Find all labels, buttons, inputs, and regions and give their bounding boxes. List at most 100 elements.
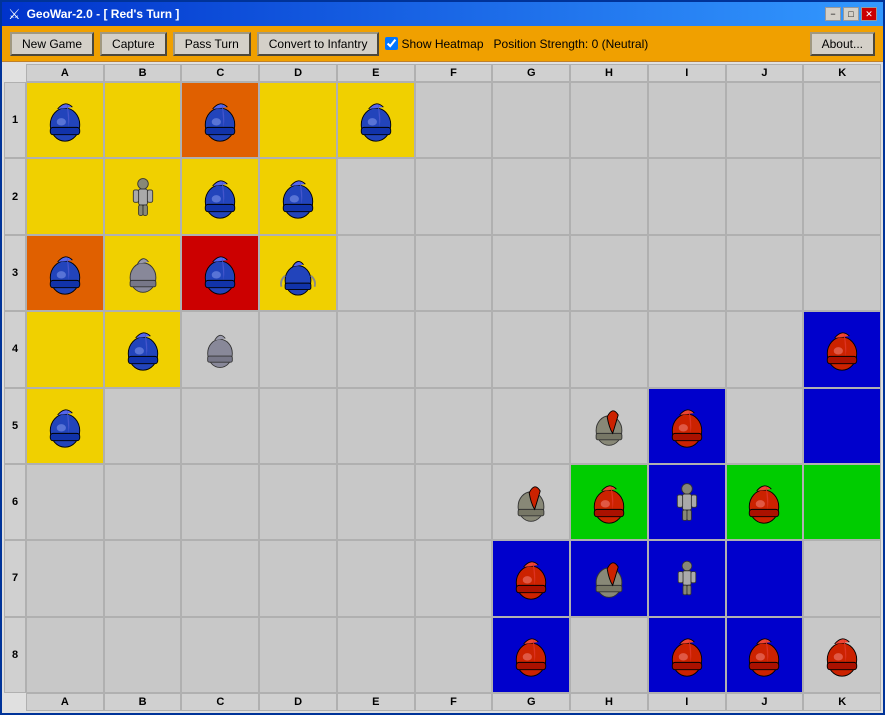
cell-G5[interactable]: [492, 388, 570, 464]
cell-K7[interactable]: [803, 540, 881, 616]
cell-C2[interactable]: [181, 158, 259, 234]
cell-F4[interactable]: [415, 311, 493, 387]
cell-I5[interactable]: [648, 388, 726, 464]
cell-K3[interactable]: [803, 235, 881, 311]
cell-J2[interactable]: [726, 158, 804, 234]
cell-F1[interactable]: [415, 82, 493, 158]
cell-H6[interactable]: [570, 464, 648, 540]
cell-B2[interactable]: [104, 158, 182, 234]
cell-D3[interactable]: [259, 235, 337, 311]
cell-J4[interactable]: [726, 311, 804, 387]
cell-H5[interactable]: [570, 388, 648, 464]
cell-J1[interactable]: [726, 82, 804, 158]
cell-C3[interactable]: [181, 235, 259, 311]
cell-D6[interactable]: [259, 464, 337, 540]
cell-G6[interactable]: [492, 464, 570, 540]
cell-C7[interactable]: [181, 540, 259, 616]
cell-I6[interactable]: [648, 464, 726, 540]
cell-C4[interactable]: [181, 311, 259, 387]
cell-I4[interactable]: [648, 311, 726, 387]
cell-F3[interactable]: [415, 235, 493, 311]
cell-H3[interactable]: [570, 235, 648, 311]
cell-B8[interactable]: [104, 617, 182, 693]
cell-E1[interactable]: [337, 82, 415, 158]
cell-E3[interactable]: [337, 235, 415, 311]
cell-A1[interactable]: [26, 82, 104, 158]
row-label-3: 3: [4, 235, 26, 311]
cell-I7[interactable]: [648, 540, 726, 616]
cell-I1[interactable]: [648, 82, 726, 158]
cell-B6[interactable]: [104, 464, 182, 540]
capture-button[interactable]: Capture: [100, 32, 167, 56]
show-heatmap-checkbox[interactable]: [385, 37, 398, 50]
cell-F5[interactable]: [415, 388, 493, 464]
cell-K5[interactable]: [803, 388, 881, 464]
cell-A8[interactable]: [26, 617, 104, 693]
cell-G8[interactable]: [492, 617, 570, 693]
cell-H7[interactable]: [570, 540, 648, 616]
cell-G1[interactable]: [492, 82, 570, 158]
cell-G3[interactable]: [492, 235, 570, 311]
cell-K1[interactable]: [803, 82, 881, 158]
cell-K6[interactable]: [803, 464, 881, 540]
convert-to-infantry-button[interactable]: Convert to Infantry: [257, 32, 380, 56]
cell-D8[interactable]: [259, 617, 337, 693]
cell-K8[interactable]: [803, 617, 881, 693]
cell-G2[interactable]: [492, 158, 570, 234]
cell-A4[interactable]: [26, 311, 104, 387]
about-button[interactable]: About...: [810, 32, 875, 56]
cell-B3[interactable]: [104, 235, 182, 311]
cell-F8[interactable]: [415, 617, 493, 693]
new-game-button[interactable]: New Game: [10, 32, 94, 56]
cell-B4[interactable]: [104, 311, 182, 387]
cell-I2[interactable]: [648, 158, 726, 234]
cell-J5[interactable]: [726, 388, 804, 464]
cell-A2[interactable]: [26, 158, 104, 234]
cell-D4[interactable]: [259, 311, 337, 387]
cell-J6[interactable]: [726, 464, 804, 540]
cell-D1[interactable]: [259, 82, 337, 158]
cell-J8[interactable]: [726, 617, 804, 693]
cell-H2[interactable]: [570, 158, 648, 234]
cell-D5[interactable]: [259, 388, 337, 464]
cell-H4[interactable]: [570, 311, 648, 387]
cell-I3[interactable]: [648, 235, 726, 311]
cell-J3[interactable]: [726, 235, 804, 311]
cell-C6[interactable]: [181, 464, 259, 540]
cell-I8[interactable]: [648, 617, 726, 693]
cell-A3[interactable]: [26, 235, 104, 311]
restore-button[interactable]: □: [843, 7, 859, 21]
cell-B5[interactable]: [104, 388, 182, 464]
cell-K4[interactable]: [803, 311, 881, 387]
cell-F2[interactable]: [415, 158, 493, 234]
cell-G7[interactable]: [492, 540, 570, 616]
minimize-button[interactable]: −: [825, 7, 841, 21]
col-header-E: E: [337, 64, 415, 82]
cell-H1[interactable]: [570, 82, 648, 158]
show-heatmap-label[interactable]: Show Heatmap: [385, 37, 483, 51]
cell-B1[interactable]: [104, 82, 182, 158]
cell-J7[interactable]: [726, 540, 804, 616]
cell-F7[interactable]: [415, 540, 493, 616]
cell-A5[interactable]: [26, 388, 104, 464]
cell-D7[interactable]: [259, 540, 337, 616]
cell-A7[interactable]: [26, 540, 104, 616]
cell-K2[interactable]: [803, 158, 881, 234]
close-button[interactable]: ✕: [861, 7, 877, 21]
cell-B7[interactable]: [104, 540, 182, 616]
pass-turn-button[interactable]: Pass Turn: [173, 32, 251, 56]
cell-D2[interactable]: [259, 158, 337, 234]
cell-E6[interactable]: [337, 464, 415, 540]
cell-C1[interactable]: [181, 82, 259, 158]
cell-A6[interactable]: [26, 464, 104, 540]
cell-C8[interactable]: [181, 617, 259, 693]
cell-E5[interactable]: [337, 388, 415, 464]
cell-F6[interactable]: [415, 464, 493, 540]
cell-H8[interactable]: [570, 617, 648, 693]
cell-E8[interactable]: [337, 617, 415, 693]
cell-G4[interactable]: [492, 311, 570, 387]
cell-E2[interactable]: [337, 158, 415, 234]
cell-E4[interactable]: [337, 311, 415, 387]
cell-E7[interactable]: [337, 540, 415, 616]
cell-C5[interactable]: [181, 388, 259, 464]
